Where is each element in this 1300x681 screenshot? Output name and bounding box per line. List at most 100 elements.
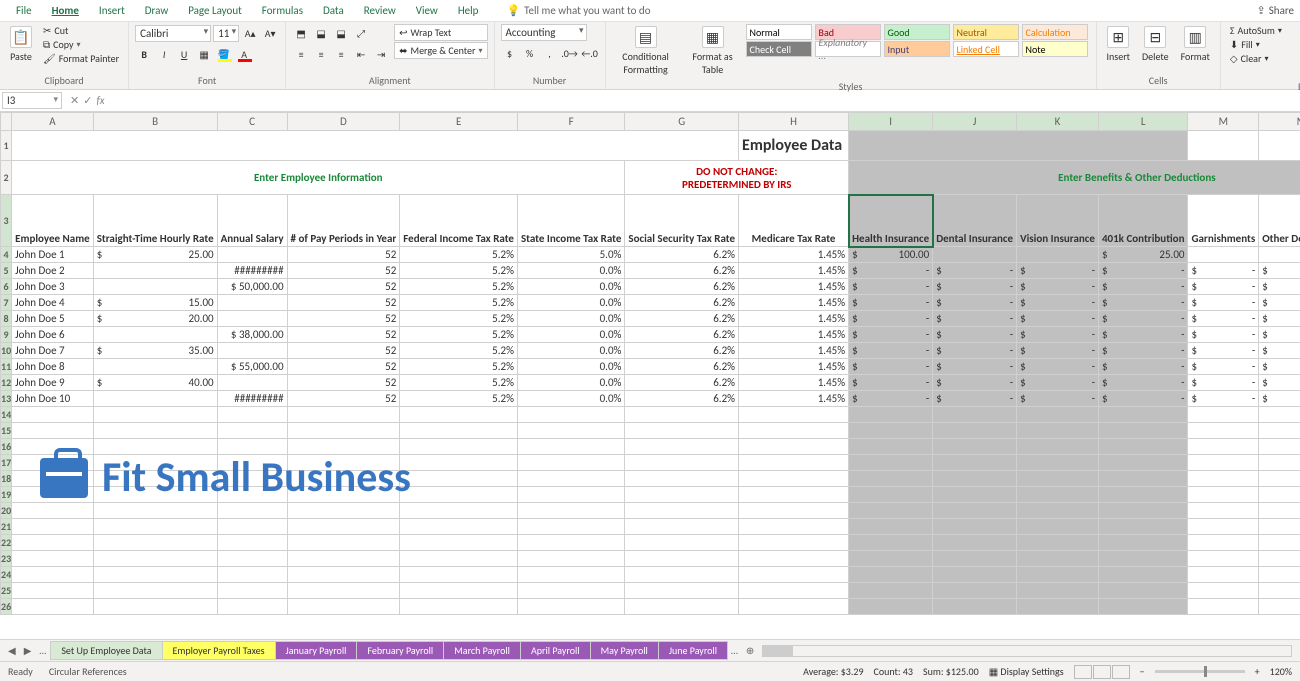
cell[interactable] (93, 439, 217, 455)
cell[interactable]: $- (1188, 311, 1259, 327)
cell[interactable]: John Doe 1 (12, 247, 94, 263)
row-header-12[interactable]: 12 (1, 375, 12, 391)
cell[interactable]: $- (933, 311, 1017, 327)
cell[interactable] (1017, 551, 1099, 567)
merge-center-button[interactable]: ⬌Merge & Center▾ (394, 42, 487, 59)
cell[interactable] (1188, 247, 1259, 263)
cell[interactable] (625, 423, 739, 439)
cell[interactable]: 1.45% (739, 311, 849, 327)
cell[interactable]: $- (1017, 279, 1099, 295)
cell[interactable]: 0.0% (517, 359, 624, 375)
cell[interactable]: 1.45% (739, 375, 849, 391)
cell[interactable]: $- (1259, 343, 1300, 359)
row-header-13[interactable]: 13 (1, 391, 12, 407)
cell[interactable] (217, 423, 287, 439)
cell[interactable] (739, 535, 849, 551)
cell[interactable]: Medicare Tax Rate (739, 195, 849, 247)
cell[interactable] (517, 551, 624, 567)
cell[interactable] (625, 551, 739, 567)
name-box[interactable]: I3 (2, 92, 62, 109)
font-color-button[interactable]: A (235, 45, 253, 63)
row-header-19[interactable]: 19 (1, 487, 12, 503)
cell[interactable] (1259, 503, 1300, 519)
cell[interactable] (12, 455, 94, 471)
cell[interactable]: Employee Name (12, 195, 94, 247)
cell[interactable]: 1.45% (739, 295, 849, 311)
cell[interactable]: 52 (287, 391, 400, 407)
cell-styles-gallery[interactable]: NormalBadGoodNeutralCalculationCheck Cel… (746, 24, 1090, 57)
row-header-2[interactable]: 2 (1, 161, 12, 195)
decrease-decimal-button[interactable]: ←.0 (581, 44, 599, 62)
cell[interactable] (12, 487, 94, 503)
cell[interactable] (1017, 487, 1099, 503)
cell[interactable] (517, 487, 624, 503)
align-bottom-button[interactable]: ⬓ (332, 24, 350, 42)
cell[interactable] (217, 519, 287, 535)
cell[interactable] (849, 455, 933, 471)
cell[interactable]: John Doe 9 (12, 375, 94, 391)
cell[interactable] (93, 535, 217, 551)
cell[interactable] (287, 423, 400, 439)
cell[interactable] (93, 503, 217, 519)
cell[interactable] (625, 519, 739, 535)
cell[interactable]: Dental Insurance (933, 195, 1017, 247)
cell[interactable]: 5.2% (400, 311, 518, 327)
cell[interactable]: 6.2% (625, 263, 739, 279)
enter-icon[interactable]: ✓ (83, 94, 92, 107)
cell[interactable]: 6.2% (625, 375, 739, 391)
cell[interactable]: John Doe 3 (12, 279, 94, 295)
cell[interactable]: $- (1259, 295, 1300, 311)
cell[interactable]: Vision Insurance (1017, 195, 1099, 247)
cell[interactable] (217, 487, 287, 503)
cell[interactable]: 5.2% (400, 279, 518, 295)
cell[interactable] (1098, 599, 1188, 615)
cell[interactable] (849, 551, 933, 567)
cell[interactable]: $- (1098, 327, 1188, 343)
cell[interactable] (1259, 439, 1300, 455)
col-header-L[interactable]: L (1098, 113, 1188, 131)
cell[interactable]: 0.0% (517, 295, 624, 311)
menu-tab-draw[interactable]: Draw (135, 2, 178, 19)
cell[interactable] (93, 279, 217, 295)
cell[interactable] (739, 551, 849, 567)
row-header-17[interactable]: 17 (1, 455, 12, 471)
cell[interactable] (625, 599, 739, 615)
align-middle-button[interactable]: ⬓ (312, 24, 330, 42)
col-header-A[interactable]: A (12, 113, 94, 131)
cell[interactable] (517, 503, 624, 519)
row-header-24[interactable]: 24 (1, 567, 12, 583)
cell[interactable] (217, 535, 287, 551)
font-size-select[interactable]: 11 (213, 25, 239, 42)
cell[interactable] (739, 583, 849, 599)
cell[interactable] (217, 311, 287, 327)
border-button[interactable]: ▦ (195, 45, 213, 63)
cell[interactable]: 5.2% (400, 295, 518, 311)
italic-button[interactable]: I (155, 45, 173, 63)
cell[interactable]: 1.45% (739, 391, 849, 407)
cell[interactable] (1188, 567, 1259, 583)
cell[interactable] (1098, 567, 1188, 583)
cell[interactable]: 5.2% (400, 359, 518, 375)
row-header-3[interactable]: 3 (1, 195, 12, 247)
style-normal[interactable]: Normal (746, 24, 812, 40)
cell[interactable]: $- (1259, 391, 1300, 407)
cell[interactable] (849, 503, 933, 519)
cell[interactable] (517, 519, 624, 535)
cell[interactable] (400, 567, 518, 583)
cell[interactable] (1098, 455, 1188, 471)
cell[interactable] (933, 551, 1017, 567)
cell[interactable]: Employee Data (739, 131, 849, 161)
cell[interactable] (739, 519, 849, 535)
sheet-tab-employer-payroll-taxes[interactable]: Employer Payroll Taxes (162, 641, 276, 660)
cell[interactable] (93, 519, 217, 535)
cell[interactable]: John Doe 4 (12, 295, 94, 311)
cell[interactable] (93, 455, 217, 471)
sheet-tab-may-payroll[interactable]: May Payroll (590, 641, 659, 660)
cell[interactable]: $20.00 (93, 311, 217, 327)
cell[interactable] (849, 519, 933, 535)
cell[interactable]: $- (933, 263, 1017, 279)
tab-more[interactable]: … (727, 644, 742, 657)
cell[interactable] (1259, 131, 1300, 161)
row-header-1[interactable]: 1 (1, 131, 12, 161)
cell[interactable] (849, 535, 933, 551)
